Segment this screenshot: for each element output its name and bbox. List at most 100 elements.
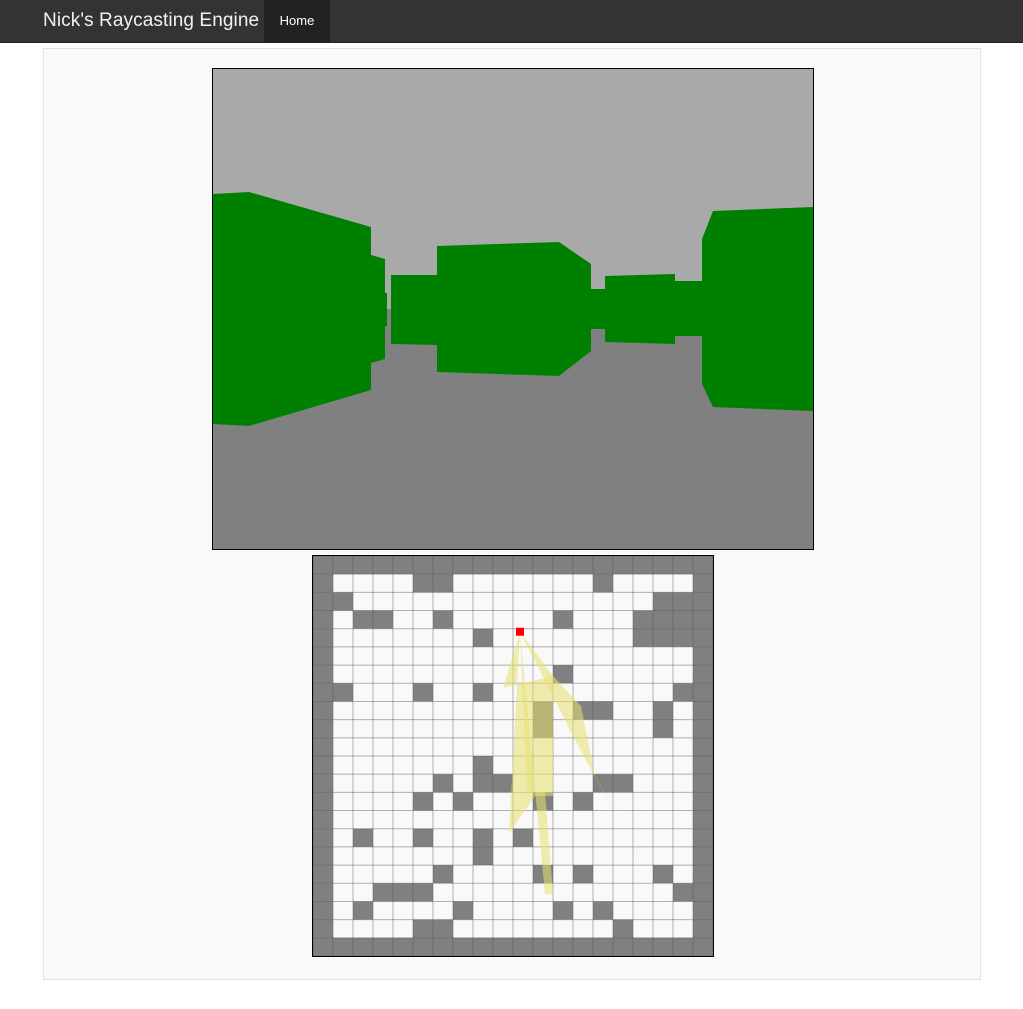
map-wall-cell xyxy=(593,774,613,793)
map-floor-cell xyxy=(513,574,533,593)
map-floor-cell xyxy=(653,683,673,702)
map-floor-cell xyxy=(433,592,453,611)
map-wall-cell xyxy=(333,556,353,575)
map-floor-cell xyxy=(373,810,393,829)
map-floor-cell xyxy=(333,610,353,629)
map-floor-cell xyxy=(393,719,413,738)
map-floor-cell xyxy=(653,901,673,920)
map-wall-cell xyxy=(313,737,333,756)
map-floor-cell xyxy=(453,574,473,593)
map-floor-cell xyxy=(653,919,673,938)
map-floor-cell xyxy=(673,665,693,684)
map-floor-cell xyxy=(493,574,513,593)
map-floor-cell xyxy=(633,683,653,702)
map-floor-cell xyxy=(593,792,613,811)
map-wall-cell xyxy=(693,719,713,738)
map-floor-cell xyxy=(573,683,593,702)
map-wall-cell xyxy=(413,574,433,593)
map-floor-cell xyxy=(573,610,593,629)
map-floor-cell xyxy=(653,756,673,775)
map-floor-cell xyxy=(453,737,473,756)
map-wall-cell xyxy=(313,865,333,884)
map-wall-cell xyxy=(433,574,453,593)
map-wall-cell xyxy=(673,610,693,629)
map-wall-cell xyxy=(313,810,333,829)
map-floor-cell xyxy=(613,574,633,593)
map-floor-cell xyxy=(673,919,693,938)
map-wall-cell xyxy=(313,592,333,611)
map-floor-cell xyxy=(353,592,373,611)
map-wall-cell xyxy=(533,937,553,956)
map-floor-cell xyxy=(353,737,373,756)
map-wall-cell xyxy=(313,883,333,902)
map-floor-cell xyxy=(493,792,513,811)
map-floor-cell xyxy=(413,592,433,611)
map-floor-cell xyxy=(353,719,373,738)
map-floor-cell xyxy=(433,737,453,756)
map-wall-cell xyxy=(693,646,713,666)
map-floor-cell xyxy=(453,665,473,684)
map-floor-cell xyxy=(353,774,373,793)
map-floor-cell xyxy=(633,756,653,775)
map-floor-cell xyxy=(653,846,673,866)
map-floor-cell xyxy=(353,574,373,593)
map-floor-cell xyxy=(633,846,653,866)
map-wall-cell xyxy=(313,646,333,666)
map-floor-cell xyxy=(373,846,393,866)
map-wall-cell xyxy=(693,665,713,684)
map-floor-cell xyxy=(673,774,693,793)
map-floor-cell xyxy=(533,574,553,593)
map-floor-cell xyxy=(473,701,493,720)
map-floor-cell xyxy=(553,919,573,938)
map-wall-cell xyxy=(633,628,653,647)
nav-item-home[interactable]: Home xyxy=(264,0,330,42)
map-floor-cell xyxy=(453,756,473,775)
map-floor-cell xyxy=(433,646,453,666)
map-wall-cell xyxy=(353,937,373,956)
map-floor-cell xyxy=(613,865,633,884)
map-floor-cell xyxy=(613,901,633,920)
map-floor-cell xyxy=(373,774,393,793)
top-down-minimap[interactable] xyxy=(312,555,714,957)
map-floor-cell xyxy=(333,846,353,866)
map-floor-cell xyxy=(413,665,433,684)
map-floor-cell xyxy=(553,883,573,902)
map-floor-cell xyxy=(333,828,353,847)
map-floor-cell xyxy=(653,810,673,829)
map-floor-cell xyxy=(673,646,693,666)
map-wall-cell xyxy=(613,774,633,793)
map-wall-cell xyxy=(653,865,673,884)
map-wall-cell xyxy=(633,610,653,629)
app-brand[interactable]: Nick's Raycasting Engine xyxy=(43,0,259,42)
map-floor-cell xyxy=(553,810,573,829)
map-floor-cell xyxy=(593,628,613,647)
map-floor-cell xyxy=(553,628,573,647)
map-floor-cell xyxy=(613,883,633,902)
map-floor-cell xyxy=(353,883,373,902)
map-floor-cell xyxy=(473,792,493,811)
map-floor-cell xyxy=(653,792,673,811)
map-floor-cell xyxy=(593,846,613,866)
map-floor-cell xyxy=(613,756,633,775)
map-floor-cell xyxy=(433,792,453,811)
map-floor-cell xyxy=(393,592,413,611)
map-floor-cell xyxy=(513,592,533,611)
map-wall-cell xyxy=(453,901,473,920)
map-floor-cell xyxy=(493,919,513,938)
map-floor-cell xyxy=(433,628,453,647)
map-floor-cell xyxy=(493,701,513,720)
map-wall-cell xyxy=(473,756,493,775)
map-floor-cell xyxy=(553,737,573,756)
raycast-3d-view[interactable] xyxy=(212,68,814,550)
map-wall-cell xyxy=(413,683,433,702)
map-floor-cell xyxy=(433,719,453,738)
map-wall-cell xyxy=(693,846,713,866)
map-wall-cell xyxy=(593,556,613,575)
map-floor-cell xyxy=(333,756,353,775)
map-floor-cell xyxy=(413,756,433,775)
map-wall-cell xyxy=(693,792,713,811)
map-wall-cell xyxy=(673,628,693,647)
map-wall-cell xyxy=(473,846,493,866)
map-wall-cell xyxy=(493,556,513,575)
map-floor-cell xyxy=(673,701,693,720)
